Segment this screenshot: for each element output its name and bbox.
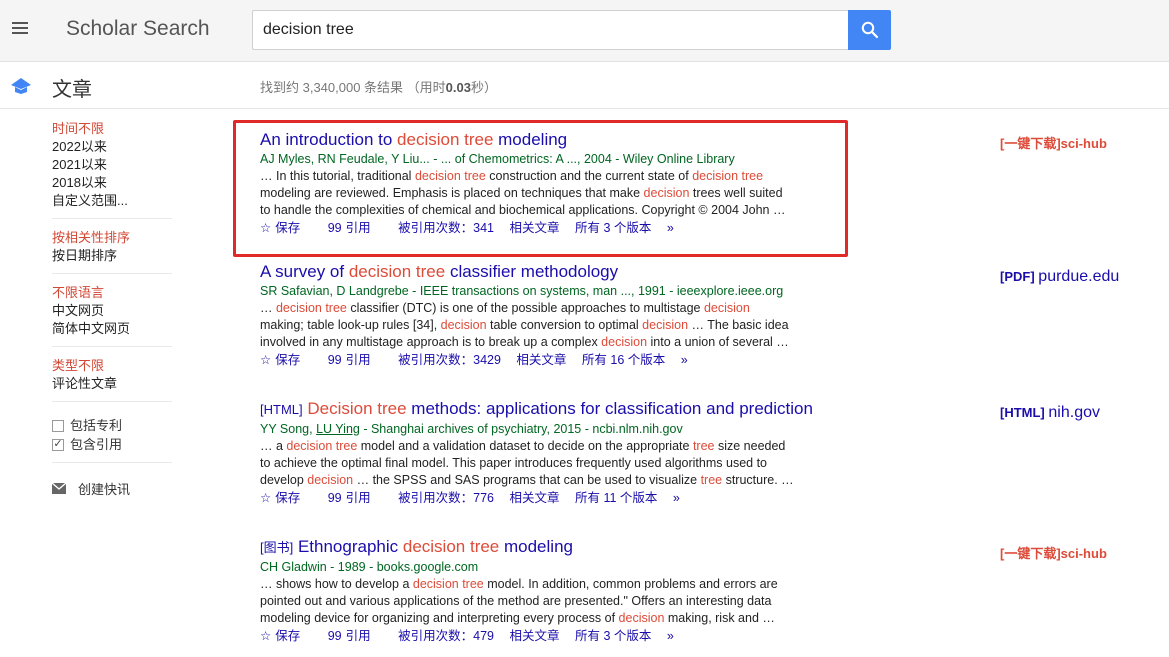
quote-icon: 99 bbox=[327, 491, 342, 505]
star-icon: ☆ bbox=[260, 353, 272, 367]
sort-by-relevance[interactable]: 按相关性排序 bbox=[52, 229, 172, 247]
result-item: An introduction to decision tree modelin… bbox=[260, 130, 860, 248]
related-articles-link[interactable]: 相关文章 bbox=[516, 353, 566, 367]
hamburger-icon[interactable] bbox=[10, 19, 30, 39]
filter-any-language[interactable]: 不限语言 bbox=[52, 284, 172, 302]
result-item: [HTML] Decision tree methods: applicatio… bbox=[260, 399, 860, 523]
search-button[interactable] bbox=[848, 10, 891, 50]
star-icon: ☆ bbox=[260, 491, 272, 505]
result-snippet: … shows how to develop a decision tree m… bbox=[260, 577, 778, 625]
result-item: [图书] Ethnographic decision tree modeling… bbox=[260, 537, 860, 645]
cited-by-link[interactable]: 被引用次数：479 bbox=[398, 629, 494, 643]
result-title-link[interactable]: An introduction to decision tree modelin… bbox=[260, 130, 860, 150]
result-meta: YY Song, LU Ying - Shanghai archives of … bbox=[260, 422, 683, 436]
author-link[interactable]: LU Ying bbox=[316, 422, 360, 436]
cite-button[interactable]: 99 引用 bbox=[328, 353, 383, 367]
checkbox-unchecked-icon bbox=[52, 419, 64, 432]
checkbox-checked-icon: ✓ bbox=[52, 438, 64, 451]
all-versions-link[interactable]: 所有 3 个版本 bbox=[575, 221, 651, 235]
save-button[interactable]: ☆ 保存 bbox=[260, 221, 312, 235]
side-link-scihub[interactable]: [一键下载]sci-hub bbox=[1000, 543, 1107, 562]
sort-by-date[interactable]: 按日期排序 bbox=[52, 247, 172, 265]
filter-custom-range[interactable]: 自定义范围... bbox=[52, 192, 172, 210]
side-link-scihub[interactable]: [一键下载]sci-hub bbox=[1000, 133, 1107, 152]
related-articles-link[interactable]: 相关文章 bbox=[509, 491, 559, 505]
side-link-pdf[interactable]: [PDF] purdue.edu bbox=[1000, 268, 1119, 286]
side-link-html[interactable]: [HTML] nih.gov bbox=[1000, 404, 1100, 422]
result-meta: AJ Myles, RN Feudale, Y Liu... - ... of … bbox=[260, 152, 735, 166]
search-box[interactable] bbox=[252, 10, 849, 50]
search-input[interactable] bbox=[253, 11, 849, 49]
articles-icon bbox=[11, 78, 31, 94]
result-title-link[interactable]: [HTML] Decision tree methods: applicatio… bbox=[260, 399, 860, 420]
envelope-icon bbox=[52, 483, 66, 494]
cited-by-link[interactable]: 被引用次数：776 bbox=[398, 491, 494, 505]
all-versions-link[interactable]: 所有 3 个版本 bbox=[575, 629, 651, 643]
cited-by-link[interactable]: 被引用次数：341 bbox=[398, 221, 494, 235]
star-icon: ☆ bbox=[260, 221, 272, 235]
results-stats: 找到约 3,340,000 条结果 （用时0.03秒） bbox=[260, 80, 497, 95]
related-articles-link[interactable]: 相关文章 bbox=[509, 221, 559, 235]
sort-filter-group: 按相关性排序 按日期排序 bbox=[52, 229, 172, 274]
all-versions-link[interactable]: 所有 11 个版本 bbox=[575, 491, 657, 505]
cited-by-link[interactable]: 被引用次数：3429 bbox=[398, 353, 501, 367]
cite-button[interactable]: 99 引用 bbox=[328, 221, 383, 235]
result-title-link[interactable]: A survey of decision tree classifier met… bbox=[260, 262, 860, 282]
save-button[interactable]: ☆ 保存 bbox=[260, 353, 312, 367]
filter-sidebar: 时间不限 2022以来 2021以来 2018以来 自定义范围... 按相关性排… bbox=[52, 120, 172, 498]
filter-any-type[interactable]: 类型不限 bbox=[52, 357, 172, 375]
save-button[interactable]: ☆ 保存 bbox=[260, 629, 312, 643]
cite-button[interactable]: 99 引用 bbox=[328, 629, 383, 643]
include-options: 包括专利 ✓ 包含引用 bbox=[52, 412, 172, 463]
type-filter-group: 类型不限 评论性文章 bbox=[52, 357, 172, 402]
filter-review-articles[interactable]: 评论性文章 bbox=[52, 375, 172, 393]
filter-since-2018[interactable]: 2018以来 bbox=[52, 174, 172, 192]
articles-label: 文章 bbox=[52, 79, 92, 101]
result-item: A survey of decision tree classifier met… bbox=[260, 262, 860, 385]
search-icon bbox=[861, 21, 878, 39]
include-citations-checkbox[interactable]: ✓ 包含引用 bbox=[52, 435, 172, 454]
result-actions: ☆ 保存 99 引用 被引用次数：341 相关文章 所有 3 个版本 » bbox=[260, 220, 860, 237]
results-subheader: 文章 找到约 3,340,000 条结果 （用时0.03秒） bbox=[0, 63, 1169, 109]
result-meta: CH Gladwin - 1989 - books.google.com bbox=[260, 560, 479, 574]
result-actions: ☆ 保存 99 引用 被引用次数：479 相关文章 所有 3 个版本 » bbox=[260, 628, 860, 645]
filter-since-2022[interactable]: 2022以来 bbox=[52, 138, 172, 156]
create-alert-link[interactable]: 创建快讯 bbox=[52, 479, 172, 498]
quote-icon: 99 bbox=[327, 353, 342, 367]
filter-simplified-chinese[interactable]: 简体中文网页 bbox=[52, 320, 172, 338]
result-actions: ☆ 保存 99 引用 被引用次数：776 相关文章 所有 11 个版本 » bbox=[260, 490, 860, 507]
result-meta: SR Safavian, D Landgrebe - IEEE transact… bbox=[260, 284, 784, 298]
result-snippet: … In this tutorial, traditional decision… bbox=[260, 169, 786, 217]
more-icon[interactable]: » bbox=[673, 491, 680, 505]
more-icon[interactable]: » bbox=[681, 353, 688, 367]
cite-button[interactable]: 99 引用 bbox=[328, 491, 383, 505]
related-articles-link[interactable]: 相关文章 bbox=[509, 629, 559, 643]
results-list: An introduction to decision tree modelin… bbox=[260, 130, 860, 657]
star-icon: ☆ bbox=[260, 629, 272, 643]
result-actions: ☆ 保存 99 引用 被引用次数：3429 相关文章 所有 16 个版本 » bbox=[260, 352, 860, 369]
filter-chinese-pages[interactable]: 中文网页 bbox=[52, 302, 172, 320]
all-versions-link[interactable]: 所有 16 个版本 bbox=[582, 353, 665, 367]
top-app-bar: Scholar Search bbox=[0, 0, 1169, 62]
language-filter-group: 不限语言 中文网页 简体中文网页 bbox=[52, 284, 172, 347]
result-snippet: … a decision tree model and a validation… bbox=[260, 439, 794, 487]
quote-icon: 99 bbox=[327, 629, 342, 643]
save-button[interactable]: ☆ 保存 bbox=[260, 491, 312, 505]
include-patents-checkbox[interactable]: 包括专利 bbox=[52, 416, 172, 435]
more-icon[interactable]: » bbox=[667, 629, 674, 643]
result-snippet: … decision tree classifier (DTC) is one … bbox=[260, 301, 789, 349]
quote-icon: 99 bbox=[327, 221, 342, 235]
more-icon[interactable]: » bbox=[667, 221, 674, 235]
time-filter-group: 时间不限 2022以来 2021以来 2018以来 自定义范围... bbox=[52, 120, 172, 219]
filter-any-time[interactable]: 时间不限 bbox=[52, 120, 172, 138]
brand-title[interactable]: Scholar Search bbox=[66, 17, 210, 41]
filter-since-2021[interactable]: 2021以来 bbox=[52, 156, 172, 174]
result-title-link[interactable]: [图书] Ethnographic decision tree modeling bbox=[260, 537, 860, 558]
